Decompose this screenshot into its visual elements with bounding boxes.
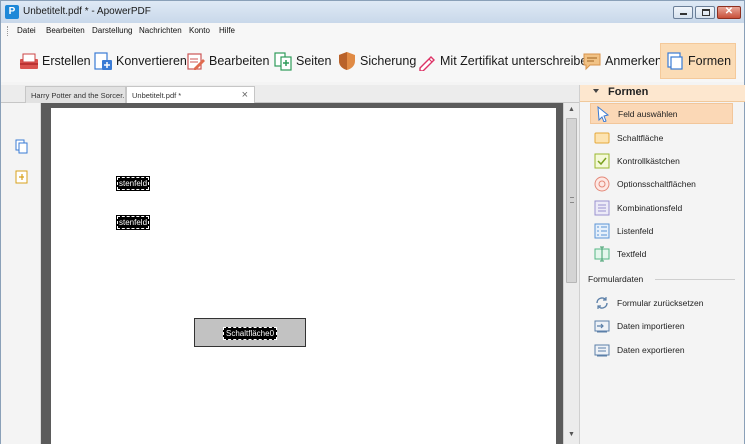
panel-item-schaltflaeche[interactable]: Schaltfläche [590,127,733,148]
seiten-button[interactable]: Seiten [273,43,331,79]
menu-darstellung[interactable]: Darstellung [92,26,132,35]
panel-item-label: Textfeld [617,248,647,259]
formen-button[interactable]: Formen [660,43,737,79]
forms-icon [665,51,685,71]
panel-item-label: Schaltfläche [617,132,664,143]
button-field-label: Schaltfläche0 [222,327,278,340]
panel-item-kombinationsfeld[interactable]: Kombinationsfeld [590,197,733,218]
document-viewport: stenfeld stenfeld Schaltfläche0 [41,103,563,444]
bearbeiten-button[interactable]: Bearbeiten [186,43,269,79]
button-icon [594,130,610,146]
panel-item-label: Formular zurücksetzen [617,297,704,308]
collapse-triangle-icon [593,89,599,93]
sicherung-label: Sicherung [360,54,417,68]
formulardaten-section-title: Formulardaten [588,274,644,284]
convert-icon [93,51,113,71]
sicherung-button[interactable]: Sicherung [337,43,416,79]
panel-item-formular-zuruecksetzen[interactable]: Formular zurücksetzen [590,292,733,313]
forms-panel-header[interactable]: Formen [580,85,745,102]
edit-icon [186,51,206,71]
anmerken-label: Anmerken [605,54,662,68]
vertical-scrollbar[interactable]: ▲ ▼ [563,103,579,444]
document-tabs: Harry Potter and the Sorcer... Unbetitel… [1,85,579,104]
menu-bar: Datei Bearbeiten Darstellung Nachrichten… [1,23,744,39]
panel-item-label: Daten exportieren [617,344,685,355]
menu-konto[interactable]: Konto [189,26,210,35]
panel-item-label: Kombinationsfeld [617,202,683,213]
close-icon: ✕ [724,6,734,17]
checkbox-icon [594,153,610,169]
panel-item-label: Listenfeld [617,225,654,236]
erstellen-button[interactable]: Erstellen [19,43,91,79]
comment-icon [582,51,602,71]
panel-item-daten-exportieren[interactable]: Daten exportieren [590,339,733,360]
maximize-button[interactable] [695,6,715,19]
section-divider [655,279,735,280]
textfield-icon [594,246,610,262]
tab-close-icon[interactable]: × [242,89,248,101]
forms-panel: Formen Feld auswählen Schaltfläche Kontr… [579,85,745,444]
text-field-1[interactable]: stenfeld [115,176,151,191]
listbox-icon [594,223,610,239]
create-icon [19,51,39,71]
menu-bearbeiten[interactable]: Bearbeiten [46,26,85,35]
menu-grip [7,26,9,36]
tab-label: Harry Potter and the Sorcer... [31,91,126,100]
tab-label: Unbetitelt.pdf * [132,91,182,100]
menu-datei[interactable]: Datei [17,26,36,35]
import-icon [594,318,610,334]
panel-item-feld-auswaehlen[interactable]: Feld auswählen [590,103,733,124]
thumb-grip [570,197,574,203]
bearbeiten-label: Bearbeiten [209,54,270,68]
pages-icon [273,51,293,71]
forms-panel-title: Formen [608,86,649,98]
pdf-page[interactable]: stenfeld stenfeld Schaltfläche0 [51,108,556,444]
button-field[interactable]: Schaltfläche0 [194,318,306,347]
panel-item-kontrollkaestchen[interactable]: Kontrollkästchen [590,150,733,171]
panel-item-label: Kontrollkästchen [617,155,680,166]
combobox-icon [594,200,610,216]
close-button[interactable]: ✕ [717,6,741,19]
anmerken-button[interactable]: Anmerken [582,43,662,79]
menu-nachrichten[interactable]: Nachrichten [139,26,182,35]
panel-item-listenfeld[interactable]: Listenfeld [590,220,733,241]
attachments-icon[interactable] [15,169,29,185]
main-toolbar: Erstellen Konvertieren Bearbeiten Seiten… [1,39,744,82]
tab-unbetitelt[interactable]: Unbetitelt.pdf * × [126,86,255,104]
panel-item-optionsschaltflaechen[interactable]: Optionsschaltflächen [590,173,733,194]
panel-item-label: Feld auswählen [618,108,678,119]
minimize-button[interactable] [673,6,693,19]
cursor-icon [595,105,611,123]
shield-icon [337,51,357,71]
formen-label: Formen [688,54,732,68]
reset-icon [594,295,610,311]
scroll-down-icon[interactable]: ▼ [568,431,575,438]
zertifikat-label: Mit Zertifikat unterschreiben [440,54,595,68]
minimize-icon [680,13,687,15]
konvertieren-button[interactable]: Konvertieren [93,43,187,79]
panel-item-textfeld[interactable]: Textfeld [590,243,733,264]
zertifikat-button[interactable]: Mit Zertifikat unterschreiben [417,43,594,79]
export-icon [594,342,610,358]
app-logo-icon: P [5,5,19,19]
app-window: P Unbetitelt.pdf * - ApowerPDF ✕ Datei B… [0,0,745,444]
erstellen-label: Erstellen [42,54,91,68]
text-field-2[interactable]: stenfeld [115,215,151,230]
maximize-icon [702,9,710,16]
scroll-thumb[interactable] [566,118,577,283]
seiten-label: Seiten [296,54,332,68]
menu-hilfe[interactable]: Hilfe [219,26,235,35]
scroll-up-icon[interactable]: ▲ [568,106,575,113]
left-sidebar [1,103,41,444]
panel-item-daten-importieren[interactable]: Daten importieren [590,315,733,336]
radio-icon [594,176,610,192]
sign-pen-icon [417,51,437,72]
window-title: Unbetitelt.pdf * - ApowerPDF [23,6,151,17]
tab-harry-potter[interactable]: Harry Potter and the Sorcer... [25,86,126,103]
konvertieren-label: Konvertieren [116,54,187,68]
title-bar: P Unbetitelt.pdf * - ApowerPDF ✕ [1,1,744,23]
thumbnails-icon[interactable] [15,139,29,155]
panel-item-label: Optionsschaltflächen [617,178,696,189]
panel-item-label: Daten importieren [617,320,685,331]
